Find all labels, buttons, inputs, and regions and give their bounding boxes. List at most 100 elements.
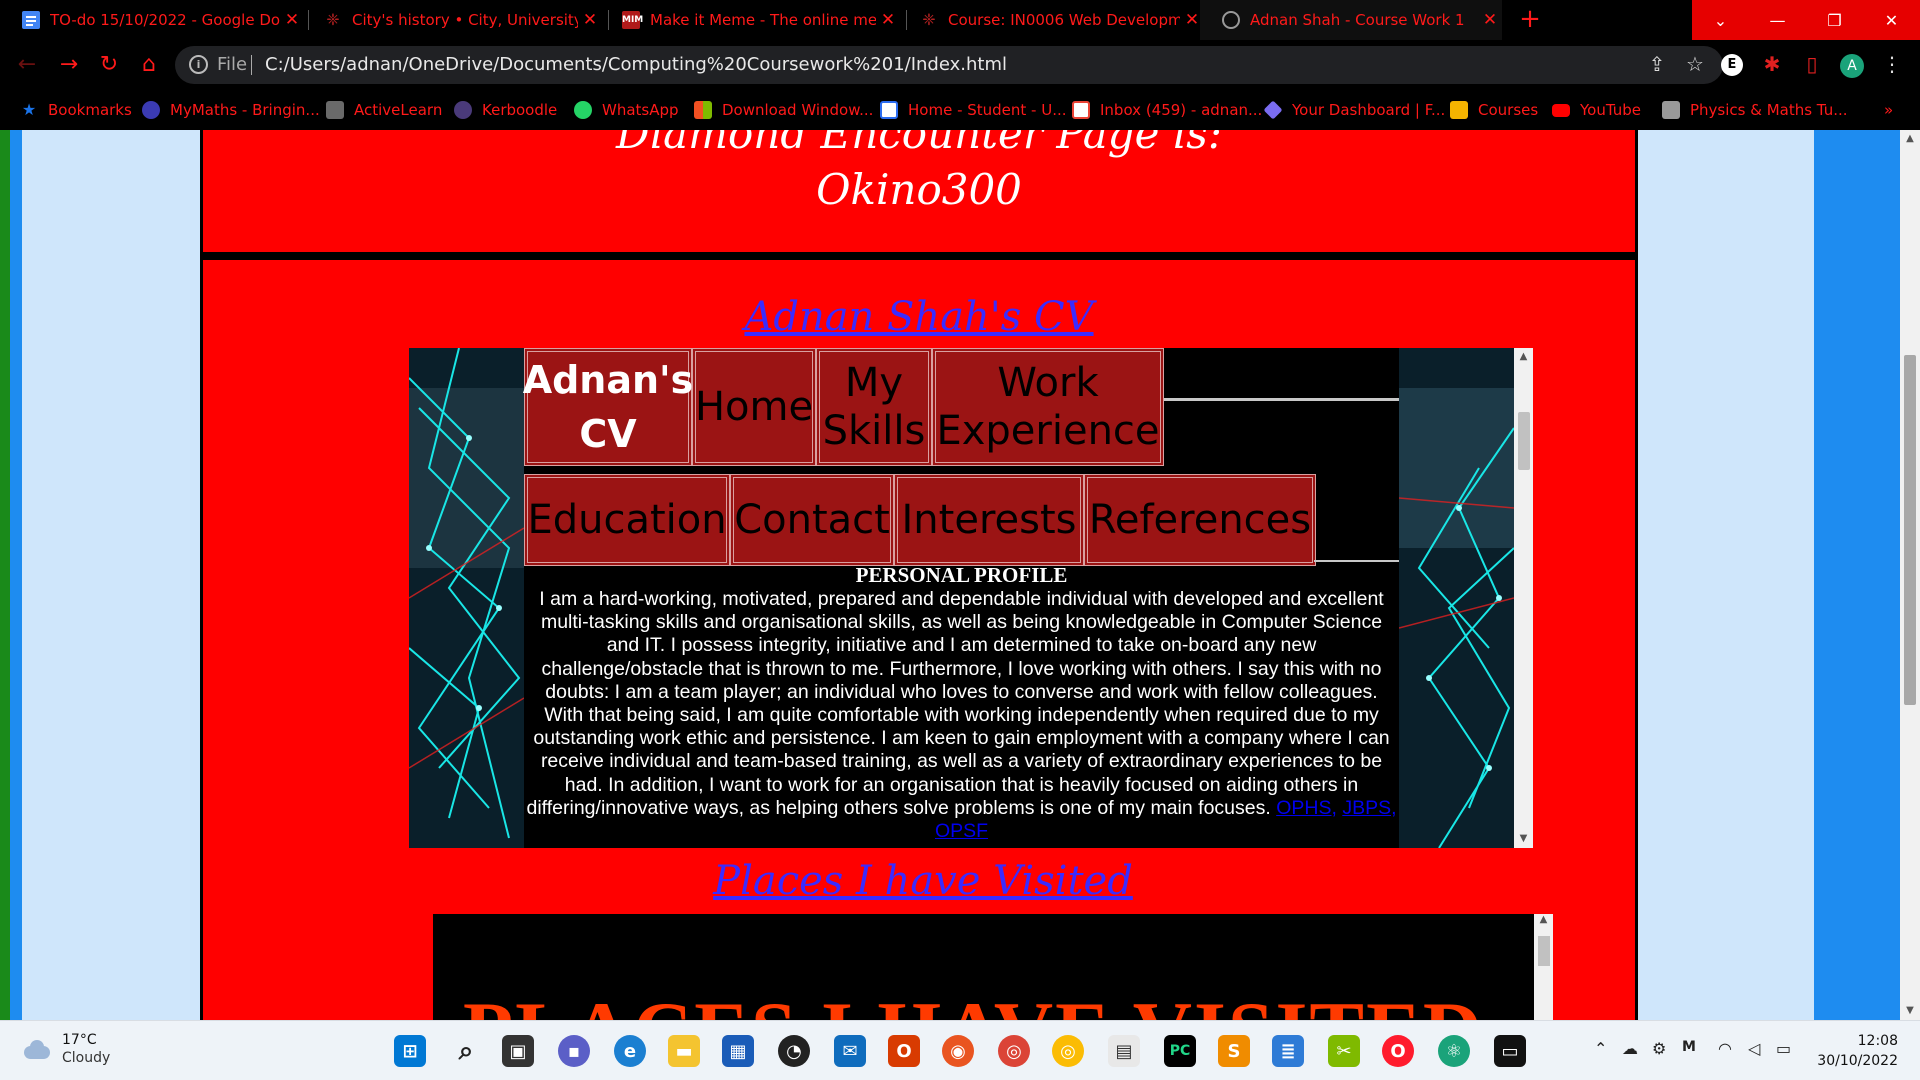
files-icon[interactable]: ▤ (1108, 1035, 1140, 1067)
edge-icon[interactable]: e (614, 1035, 646, 1067)
battery-icon[interactable]: ▭ (1776, 1039, 1791, 1058)
bookmark-item[interactable]: Inbox (459) - adnan... (1072, 90, 1262, 130)
bookmark-star-icon[interactable]: ☆ (1683, 52, 1707, 76)
scroll-thumb[interactable] (1518, 412, 1530, 470)
menu-icon[interactable]: ⋮ (1880, 52, 1904, 76)
nav-contact[interactable]: Contact (730, 474, 894, 566)
bookmark-item[interactable]: Home - Student - U... (880, 90, 1067, 130)
tab-course-in0006[interactable]: ❈ Course: IN0006 Web Developme ✕ (898, 0, 1204, 40)
more-bookmarks-icon[interactable]: » (1884, 90, 1893, 130)
scroll-up-arrow-icon[interactable]: ▲ (1534, 914, 1553, 925)
settings-icon[interactable]: ⚙ (1652, 1039, 1666, 1058)
profile-link-jbps[interactable]: JBPS, (1342, 797, 1396, 819)
left-green-strip (0, 130, 10, 1020)
nav-work-experience[interactable]: Work Experience (932, 348, 1164, 466)
terminal-icon[interactable]: ▭ (1494, 1035, 1526, 1067)
restore-icon[interactable]: ❐ (1806, 0, 1863, 40)
close-tab-icon[interactable]: ✕ (876, 10, 900, 30)
nav-education[interactable]: Education (524, 474, 730, 566)
share-icon[interactable]: ⇪ (1645, 52, 1669, 76)
profile-link-ophs[interactable]: OPHS, (1276, 797, 1337, 819)
nav-home[interactable]: Home (692, 348, 816, 466)
bookmark-item[interactable]: MyMaths - Bringin... (142, 90, 320, 130)
onedrive-icon[interactable]: ☁ (1622, 1039, 1638, 1058)
home-icon[interactable]: ⌂ (136, 53, 162, 79)
teams-chat-icon[interactable]: ▪ (558, 1035, 590, 1067)
search-icon[interactable]: ⌕ (450, 1035, 482, 1067)
reload-icon[interactable]: ↻ (96, 53, 122, 79)
bookmark-item[interactable]: Your Dashboard | F... (1263, 90, 1445, 130)
nav-interests[interactable]: Interests (894, 474, 1084, 566)
extension-puzzle-icon[interactable]: ✱ (1760, 52, 1784, 76)
page-scrollbar[interactable]: ▲ ▼ (1900, 130, 1920, 1020)
mail-icon[interactable]: ✉ (834, 1035, 866, 1067)
cv-iframe-scrollbar[interactable]: ▲ ▼ (1514, 348, 1533, 848)
close-window-icon[interactable]: ✕ (1863, 0, 1920, 40)
file-explorer-icon[interactable]: ▬ (668, 1035, 700, 1067)
extension-e-icon[interactable]: E (1721, 54, 1743, 76)
sublime-icon[interactable]: S (1218, 1035, 1250, 1067)
tab-make-it-meme[interactable]: MIM Make it Meme - The online mem ✕ (600, 0, 900, 40)
sidebar-icon[interactable]: ▯ (1800, 52, 1824, 76)
browser-toolbar: ← → ↻ ⌂ i File C:/Users/adnan/OneDrive/D… (0, 40, 1920, 90)
bookmark-item[interactable]: ★ Bookmarks (20, 90, 132, 130)
tray-chevron-icon[interactable]: ⌃ (1594, 1039, 1607, 1058)
speed-icon[interactable]: ◔ (778, 1035, 810, 1067)
scroll-thumb[interactable] (1904, 355, 1916, 705)
forward-icon[interactable]: → (56, 53, 82, 79)
nav-my-skills[interactable]: My Skills (816, 348, 932, 466)
scroll-down-arrow-icon[interactable]: ▼ (1900, 1002, 1920, 1020)
ime-icon[interactable]: M (1682, 1039, 1696, 1055)
profile-avatar[interactable]: A (1840, 54, 1864, 78)
close-tab-icon[interactable]: ✕ (578, 10, 602, 30)
chrome-canary-icon[interactable]: ◎ (1052, 1035, 1084, 1067)
pycharm-icon[interactable]: PC (1164, 1035, 1196, 1067)
atom-icon[interactable]: ⚛ (1438, 1035, 1470, 1067)
taskbar-clock[interactable]: 12:08 30/10/2022 (1808, 1031, 1898, 1071)
tab-google-doc[interactable]: TO-do 15/10/2022 - Google Doc ✕ (0, 0, 304, 40)
scroll-up-arrow-icon[interactable]: ▲ (1514, 348, 1533, 366)
opera-icon[interactable]: O (1382, 1035, 1414, 1067)
places-iframe[interactable]: PLACES I HAVE VISITED ▲ (433, 914, 1553, 1020)
url-text[interactable]: C:/Users/adnan/OneDrive/Documents/Comput… (265, 54, 1007, 75)
back-icon[interactable]: ← (14, 53, 40, 79)
scroll-thumb[interactable] (1538, 936, 1550, 966)
store-icon[interactable]: ▦ (722, 1035, 754, 1067)
scroll-down-arrow-icon[interactable]: ▼ (1514, 830, 1533, 848)
tab-city-history[interactable]: ❈ City's history • City, University of ✕ (302, 0, 602, 40)
tab-search-icon[interactable]: ⌄ (1692, 0, 1749, 40)
bookmark-item[interactable]: Courses (1450, 90, 1538, 130)
nav-references[interactable]: References (1084, 474, 1316, 566)
close-tab-icon[interactable]: ✕ (280, 10, 304, 30)
close-tab-icon[interactable]: ✕ (1478, 10, 1502, 30)
address-bar[interactable]: i File C:/Users/adnan/OneDrive/Documents… (175, 46, 1723, 84)
places-iframe-scrollbar[interactable]: ▲ (1534, 914, 1553, 1020)
bookmark-item[interactable]: Download Window... (694, 90, 873, 130)
start-icon[interactable]: ⊞ (394, 1035, 426, 1067)
office-icon[interactable]: O (888, 1035, 920, 1067)
bookmark-item[interactable]: ActiveLearn (326, 90, 442, 130)
bookmark-item[interactable]: YouTube (1552, 90, 1641, 130)
places-heading-link[interactable]: Places I have Visited (203, 858, 1635, 904)
notepad-icon[interactable]: ≣ (1272, 1035, 1304, 1067)
mim-icon: MIM (622, 11, 643, 29)
site-info-icon[interactable]: i (189, 55, 208, 74)
minimize-icon[interactable]: — (1749, 0, 1806, 40)
snip-icon[interactable]: ✂ (1328, 1035, 1360, 1067)
profile-link-opsf[interactable]: OPSF (935, 820, 988, 842)
wifi-icon[interactable]: ◠ (1718, 1039, 1732, 1058)
speaker-icon[interactable]: ◁ (1748, 1039, 1760, 1058)
new-tab-icon[interactable]: + (1518, 6, 1542, 32)
cv-iframe[interactable]: Adnan's CV Home My Skills Work Experienc… (409, 348, 1533, 848)
ubuntu-icon[interactable]: ◉ (942, 1035, 974, 1067)
scroll-up-arrow-icon[interactable]: ▲ (1900, 130, 1920, 148)
chrome-icon[interactable]: ◎ (998, 1035, 1030, 1067)
task-view-icon[interactable]: ▣ (502, 1035, 534, 1067)
nav-brand-adnans-cv[interactable]: Adnan's CV (523, 348, 693, 466)
weather-widget[interactable]: 17°C Cloudy (22, 1031, 110, 1067)
cv-heading-link[interactable]: Adnan Shah's CV (203, 294, 1635, 340)
bookmark-item[interactable]: WhatsApp (574, 90, 679, 130)
tab-active-course-work[interactable]: Adnan Shah - Course Work 1 ✕ (1200, 0, 1502, 40)
bookmark-item[interactable]: Kerboodle (454, 90, 557, 130)
bookmark-item[interactable]: Physics & Maths Tu... (1662, 90, 1848, 130)
